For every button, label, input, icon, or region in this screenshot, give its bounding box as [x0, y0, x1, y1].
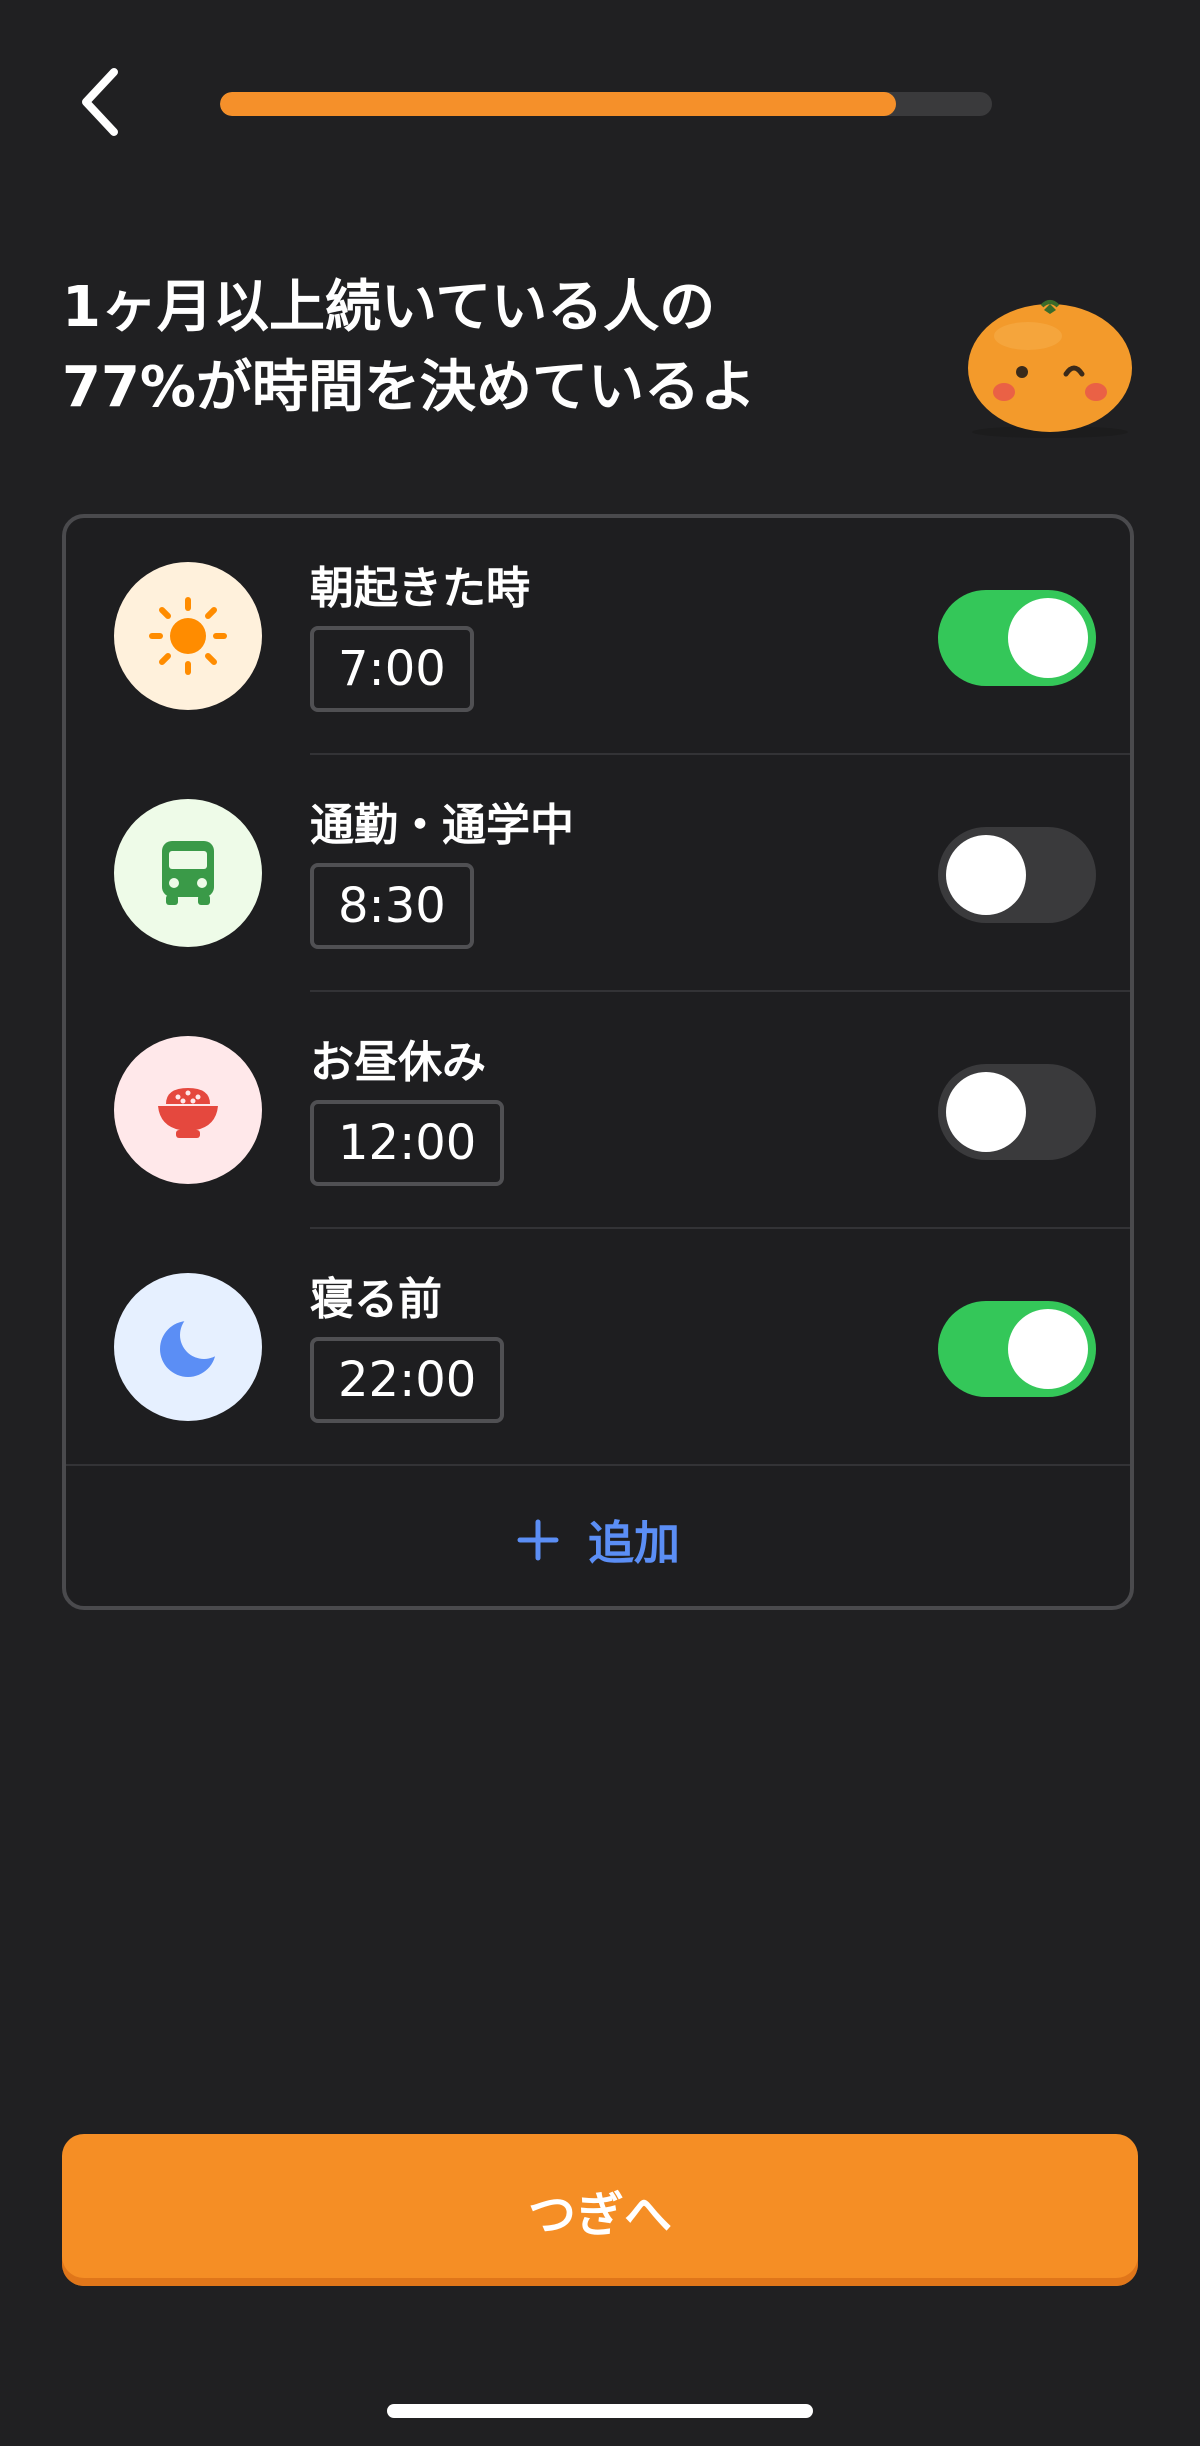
schedule-row-commute: 通勤・通学中 8:30 — [66, 755, 1130, 992]
add-label: 追加 — [588, 1516, 680, 1570]
plus-icon — [517, 1519, 559, 1561]
time-picker[interactable]: 12:00 — [310, 1100, 505, 1186]
toggle-knob — [946, 835, 1026, 915]
page-title-line-2: 77%が時間を決めているよ — [62, 355, 757, 420]
sun-icon — [149, 597, 227, 675]
schedule-icon-circle — [114, 1273, 262, 1421]
schedule-icon-circle — [114, 799, 262, 947]
page-title: 1ヶ月以上続いている人の 77%が時間を決めているよ — [62, 268, 922, 428]
time-picker[interactable]: 7:00 — [310, 626, 474, 712]
schedule-row-bedtime: 寝る前 22:00 — [66, 1229, 1130, 1466]
schedule-row-lunch: お昼休み 12:00 — [66, 992, 1130, 1229]
schedule-row-morning: 朝起きた時 7:00 — [66, 518, 1130, 755]
schedule-card: 朝起きた時 7:00 通勤・通学中 8:30 お昼休み 12:00 寝る前 22… — [62, 514, 1134, 1610]
back-button[interactable] — [60, 62, 140, 142]
progress-bar — [220, 92, 992, 116]
schedule-label: 朝起きた時 — [310, 563, 530, 614]
rice-bowl-icon — [158, 1088, 218, 1138]
schedule-label: 通勤・通学中 — [310, 800, 574, 851]
add-button[interactable]: 追加 — [66, 1470, 1130, 1610]
schedule-label: お昼休み — [310, 1037, 486, 1088]
divider — [66, 1464, 1130, 1466]
time-picker[interactable]: 22:00 — [310, 1337, 505, 1423]
toggle-knob — [1008, 598, 1088, 678]
moon-icon — [160, 1311, 224, 1377]
page-title-line-1: 1ヶ月以上続いている人の — [62, 275, 716, 340]
time-picker[interactable]: 8:30 — [310, 863, 474, 949]
schedule-toggle[interactable] — [938, 590, 1096, 686]
chevron-left-icon — [82, 68, 118, 136]
next-button[interactable]: つぎへ — [62, 2134, 1138, 2286]
progress-bar-fill — [220, 92, 896, 116]
toggle-knob — [1008, 1309, 1088, 1389]
schedule-icon-circle — [114, 1036, 262, 1184]
toggle-knob — [946, 1072, 1026, 1152]
home-indicator — [387, 2404, 813, 2418]
bus-icon — [162, 841, 214, 905]
schedule-toggle[interactable] — [938, 1064, 1096, 1160]
schedule-toggle[interactable] — [938, 1301, 1096, 1397]
schedule-toggle[interactable] — [938, 827, 1096, 923]
schedule-label: 寝る前 — [310, 1274, 442, 1325]
orange-mascot-icon — [968, 300, 1132, 438]
schedule-icon-circle — [114, 562, 262, 710]
